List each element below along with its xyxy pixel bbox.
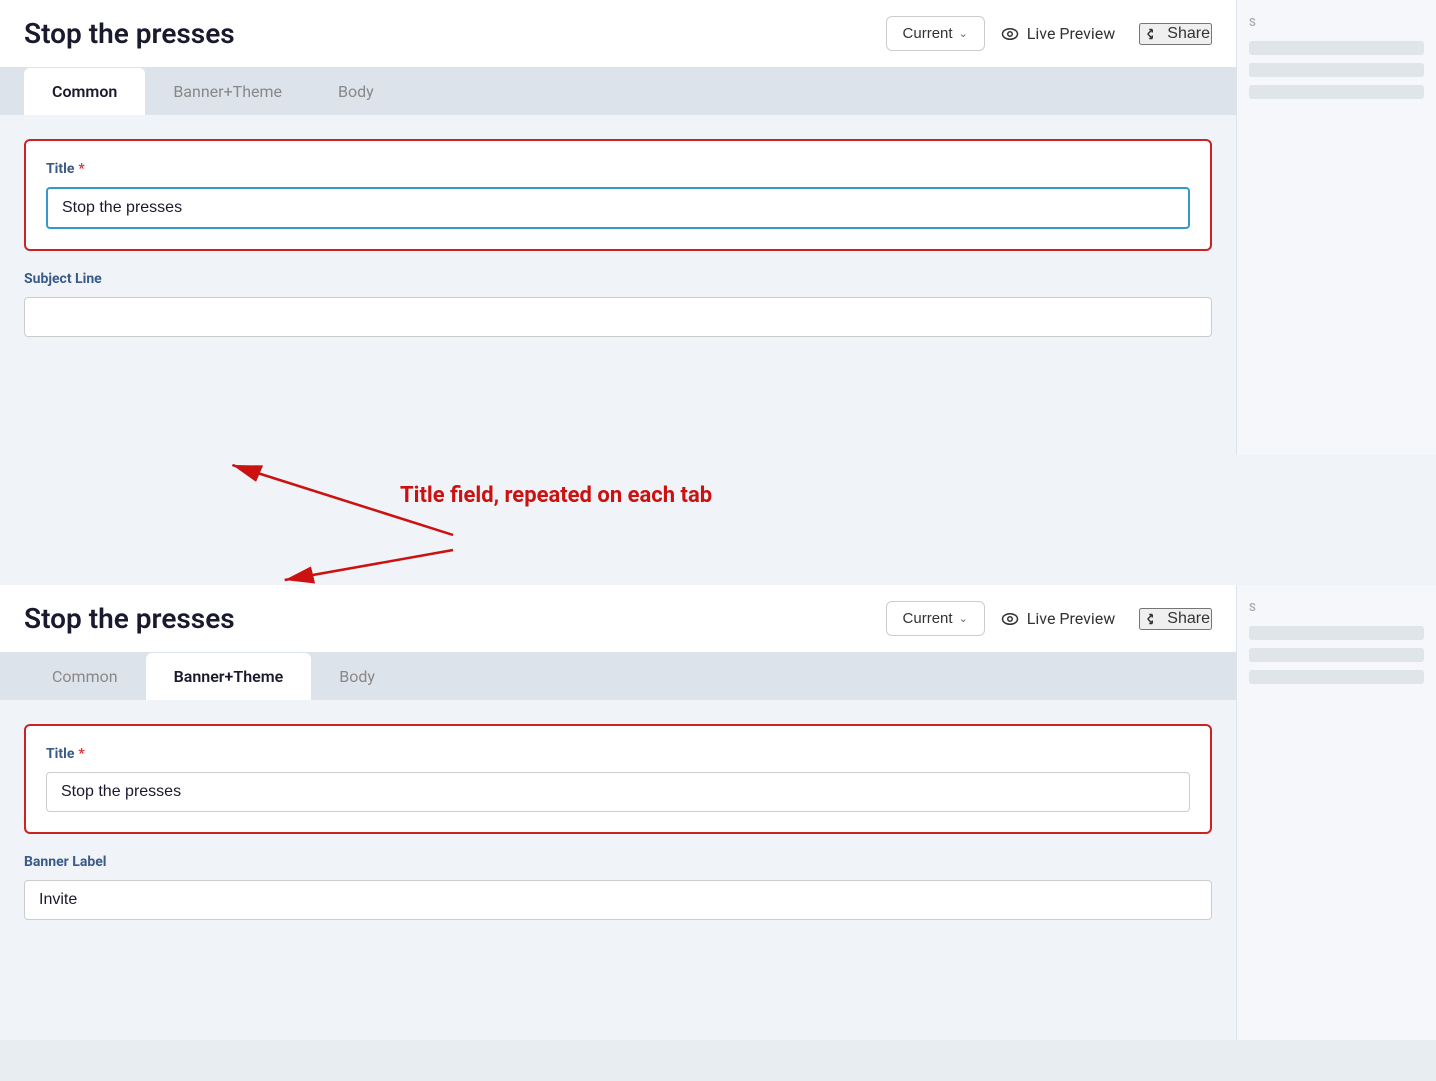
sidebar-label-s: S: [1237, 0, 1436, 33]
panel-2-header: Stop the presses Current ⌄ Live Preview: [0, 585, 1236, 653]
sidebar-item-b1: [1249, 63, 1424, 77]
tab-common-2[interactable]: Common: [24, 653, 146, 700]
share-icon-2: [1141, 610, 1159, 628]
subject-section-1: Subject Line: [24, 271, 1212, 337]
header-actions-1: Live Preview Share: [1001, 23, 1212, 45]
panel-1-header: Stop the presses Current ⌄ Live Preview: [0, 0, 1236, 68]
share-button-1[interactable]: Share: [1139, 23, 1212, 45]
sidebar-item-b2: [1249, 85, 1424, 99]
share-button-2[interactable]: Share: [1139, 608, 1212, 630]
annotation-arrows: [0, 455, 1436, 585]
live-preview-button-1[interactable]: Live Preview: [1001, 24, 1116, 43]
tab-banner-theme-2[interactable]: Banner+Theme: [146, 653, 312, 700]
subject-input-1[interactable]: [24, 297, 1212, 337]
title-input-1[interactable]: [46, 187, 1190, 229]
header-actions-2: Live Preview Share: [1001, 608, 1212, 630]
eye-icon-2: [1001, 610, 1019, 628]
banner-label-2: Banner Label: [24, 854, 1212, 870]
chevron-down-icon-1: ⌄: [959, 27, 968, 40]
eye-icon-1: [1001, 25, 1019, 43]
panel-1-content: Title * Subject Line: [0, 115, 1236, 455]
tab-body-2[interactable]: Body: [311, 653, 403, 700]
title-section-2: Title *: [24, 724, 1212, 834]
banner-input-2[interactable]: [24, 880, 1212, 920]
panel-1-main: Stop the presses Current ⌄ Live Preview: [0, 0, 1236, 455]
required-star-1: *: [78, 161, 84, 177]
tabs-bar-1: Common Banner+Theme Body: [0, 68, 1236, 115]
subject-label-1: Subject Line: [24, 271, 1212, 287]
panel-2: Stop the presses Current ⌄ Live Preview: [0, 585, 1436, 1040]
annotation-text: Title field, repeated on each tab: [400, 483, 712, 508]
panel-1-wrapper: Stop the presses Current ⌄ Live Preview: [0, 0, 1436, 455]
page-title-2: Stop the presses: [24, 602, 870, 635]
banner-section-2: Banner Label: [24, 854, 1212, 920]
required-star-2: *: [78, 746, 84, 762]
title-section-1: Title *: [24, 139, 1212, 251]
version-dropdown-1[interactable]: Current ⌄: [886, 16, 985, 51]
title-label-1: Title *: [46, 161, 1190, 177]
chevron-down-icon-2: ⌄: [959, 612, 968, 625]
tabs-bar-2: Common Banner+Theme Body: [0, 653, 1236, 700]
annotation-area: Title field, repeated on each tab: [0, 455, 1436, 585]
sidebar-2-item-b1: [1249, 648, 1424, 662]
sidebar-1: S: [1236, 0, 1436, 455]
live-preview-button-2[interactable]: Live Preview: [1001, 609, 1116, 628]
panel-2-content: Title * Banner Label: [0, 700, 1236, 1040]
title-input-2[interactable]: [46, 772, 1190, 812]
tab-body-1[interactable]: Body: [310, 68, 402, 115]
page-title-1: Stop the presses: [24, 17, 870, 50]
share-icon-1: [1141, 25, 1159, 43]
sidebar-2-item-r: [1249, 626, 1424, 640]
sidebar-2: S: [1236, 585, 1436, 1040]
sidebar-item-r: [1249, 41, 1424, 55]
tab-banner-theme-1[interactable]: Banner+Theme: [145, 68, 310, 115]
panel-2-wrapper: Stop the presses Current ⌄ Live Preview: [0, 585, 1436, 1040]
tab-common-1[interactable]: Common: [24, 68, 145, 115]
panel-1: Stop the presses Current ⌄ Live Preview: [0, 0, 1436, 455]
sidebar-2-item-b2: [1249, 670, 1424, 684]
panel-2-main: Stop the presses Current ⌄ Live Preview: [0, 585, 1236, 1040]
title-label-2: Title *: [46, 746, 1190, 762]
sidebar-2-label-s: S: [1237, 585, 1436, 618]
version-dropdown-2[interactable]: Current ⌄: [886, 601, 985, 636]
